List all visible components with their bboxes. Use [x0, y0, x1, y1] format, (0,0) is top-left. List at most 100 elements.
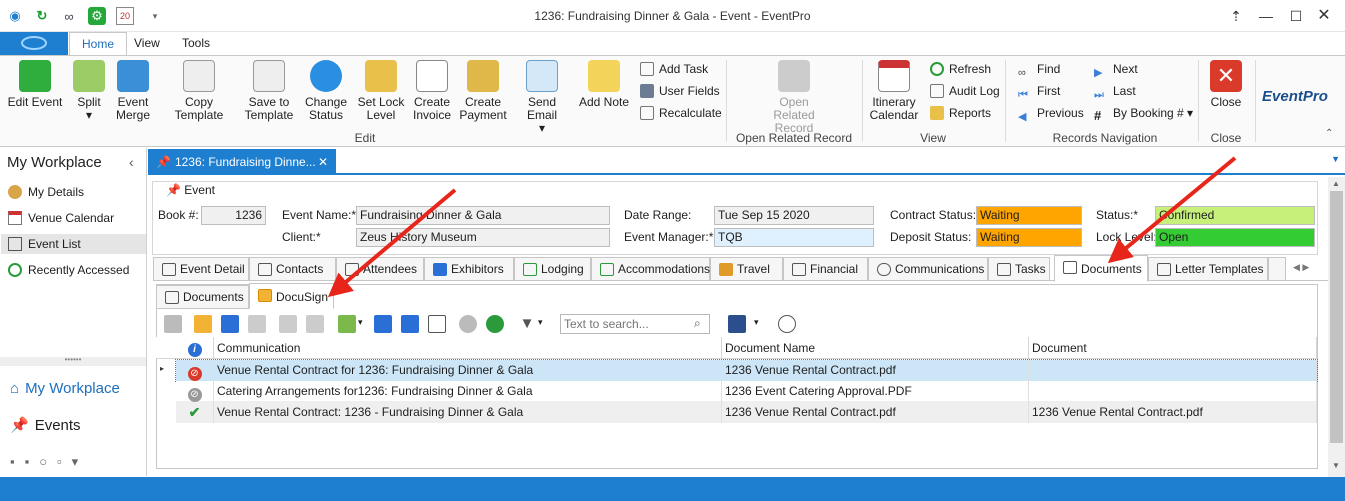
tab-attendees[interactable]: Attendees: [336, 257, 424, 281]
tab-accommodations[interactable]: Accommodations: [591, 257, 710, 281]
next-button[interactable]: ▶ Next: [1094, 59, 1138, 79]
edit-event-button[interactable]: Edit Event: [6, 60, 64, 109]
tab-communications[interactable]: Communications: [868, 257, 988, 281]
export-icon[interactable]: [401, 315, 419, 333]
download-icon[interactable]: [221, 315, 239, 333]
add-dropdown-icon[interactable]: ▾: [358, 317, 363, 328]
scroll-up-icon[interactable]: ▲: [1332, 179, 1340, 188]
tab-view[interactable]: View: [122, 32, 172, 55]
tab-exhibitors[interactable]: Exhibitors: [424, 257, 514, 281]
save-to-template-button[interactable]: Save to Template: [244, 60, 294, 122]
reports-button[interactable]: Reports: [930, 103, 991, 123]
overflow-nav-icons[interactable]: ▪▪○▫▾: [10, 454, 88, 470]
filter-dropdown-icon[interactable]: ▾: [538, 317, 543, 328]
move-up-icon[interactable]: [459, 315, 477, 333]
collapse-panel-icon[interactable]: ‹: [129, 154, 134, 170]
maximize-icon[interactable]: ☐: [1286, 6, 1306, 26]
status-field[interactable]: Confirmed: [1155, 206, 1315, 225]
vertical-scrollbar[interactable]: ▲ ▼: [1328, 177, 1345, 477]
minimize-icon[interactable]: —: [1256, 6, 1276, 26]
filter-icon[interactable]: ▼: [518, 315, 536, 333]
collapse-ribbon-icon[interactable]: ⌃: [1325, 128, 1333, 139]
nav-recently-accessed[interactable]: Recently Accessed: [8, 260, 146, 280]
date-range-field[interactable]: Tue Sep 15 2020: [714, 206, 874, 225]
table-row[interactable]: ✔ Venue Rental Contract: 1236 - Fundrais…: [176, 402, 1317, 423]
refresh-button[interactable]: Refresh: [930, 59, 991, 79]
open-related-record-button[interactable]: Open Related Record: [756, 60, 832, 135]
nav-venue-calendar[interactable]: Venue Calendar: [8, 208, 146, 228]
tab-event-detail[interactable]: Event Detail: [153, 257, 249, 281]
split-button[interactable]: Split ▾: [70, 60, 108, 122]
event-manager-field[interactable]: TQB: [714, 228, 874, 247]
find-button[interactable]: ∞ Find: [1018, 59, 1060, 79]
nav-my-details[interactable]: My Details: [8, 182, 146, 202]
pin-window-icon[interactable]: ⇡: [1226, 6, 1246, 26]
search-icon[interactable]: ⌕: [694, 316, 701, 331]
file-menu-button[interactable]: [0, 32, 68, 55]
set-lock-level-button[interactable]: Set Lock Level: [356, 60, 406, 122]
user-fields-button[interactable]: User Fields: [640, 81, 720, 101]
splitter-handle[interactable]: ••••••: [0, 356, 146, 366]
docusign-send-icon[interactable]: [194, 315, 212, 333]
subtab-docusign[interactable]: DocuSign: [249, 283, 334, 309]
folder-icon[interactable]: [306, 315, 324, 333]
tab-overflow[interactable]: [1268, 257, 1286, 281]
last-button[interactable]: ⏭ Last: [1094, 81, 1136, 101]
nav-event-list[interactable]: Event List: [1, 234, 146, 254]
tab-scroll-arrows-icon[interactable]: ◀ ▶: [1293, 262, 1309, 273]
itinerary-calendar-button[interactable]: Itinerary Calendar: [868, 60, 920, 122]
calculator-icon: [640, 106, 654, 120]
first-button[interactable]: ⏮ First: [1018, 81, 1060, 101]
document-column-header[interactable]: Document: [1029, 337, 1317, 359]
tab-tools[interactable]: Tools: [170, 32, 222, 55]
add-task-button[interactable]: Add Task: [640, 59, 708, 79]
nav-events[interactable]: 📌 Events: [10, 416, 81, 434]
tab-contacts[interactable]: Contacts: [249, 257, 336, 281]
add-note-button[interactable]: Add Note: [578, 60, 630, 109]
tab-home[interactable]: Home: [69, 32, 128, 55]
copy-template-button[interactable]: Copy Template: [160, 60, 238, 122]
nav-my-workplace[interactable]: ⌂ My Workplace: [10, 380, 120, 397]
tab-financial[interactable]: Financial: [783, 257, 868, 281]
event-name-field[interactable]: Fundraising Dinner & Gala: [356, 206, 610, 225]
event-merge-button[interactable]: Event Merge: [114, 60, 152, 122]
copy-icon[interactable]: [248, 315, 266, 333]
create-payment-button[interactable]: Create Payment: [458, 60, 508, 122]
by-booking-dropdown[interactable]: # By Booking # ▾: [1094, 103, 1193, 123]
tab-list-dropdown-icon[interactable]: ▼: [1331, 154, 1340, 164]
move-down-icon[interactable]: [486, 315, 504, 333]
preview-icon[interactable]: [778, 315, 796, 333]
tab-tasks[interactable]: Tasks: [988, 257, 1050, 281]
audit-log-button[interactable]: Audit Log: [930, 81, 1000, 101]
scroll-down-icon[interactable]: ▼: [1332, 461, 1340, 470]
previous-button[interactable]: ◀ Previous: [1018, 103, 1084, 123]
client-field[interactable]: Zeus History Museum: [356, 228, 610, 247]
document-name-column-header[interactable]: Document Name: [722, 337, 1029, 359]
save-layout-icon[interactable]: [728, 315, 746, 333]
close-window-icon[interactable]: ✕: [1314, 6, 1334, 26]
tab-travel[interactable]: Travel: [710, 257, 783, 281]
event-document-tab[interactable]: 📌 1236: Fundraising Dinne... ✕: [148, 149, 336, 175]
tab-lodging[interactable]: Lodging: [514, 257, 591, 281]
recalculate-button[interactable]: Recalculate: [640, 103, 722, 123]
tab-letter-templates[interactable]: Letter Templates: [1148, 257, 1268, 281]
close-tab-icon[interactable]: ✕: [318, 149, 328, 175]
save-icon[interactable]: [164, 315, 182, 333]
scrollbar-thumb[interactable]: [1330, 191, 1343, 443]
add-document-icon[interactable]: [338, 315, 356, 333]
create-invoice-button[interactable]: Create Invoice: [410, 60, 454, 122]
columns-icon[interactable]: [428, 315, 446, 333]
table-row[interactable]: ⊘ Venue Rental Contract for 1236: Fundra…: [175, 359, 1318, 382]
print-icon[interactable]: [279, 315, 297, 333]
status-column-header[interactable]: i: [176, 337, 214, 359]
subtab-documents[interactable]: Documents: [156, 285, 249, 309]
search-input[interactable]: [560, 314, 710, 334]
tab-documents[interactable]: Documents: [1054, 255, 1148, 282]
change-status-button[interactable]: Change Status: [300, 60, 352, 122]
attach-icon[interactable]: [374, 315, 392, 333]
close-button[interactable]: ✕ Close: [1206, 60, 1246, 109]
layout-dropdown-icon[interactable]: ▾: [754, 317, 759, 328]
table-row[interactable]: ⊘ Catering Arrangements for1236: Fundrai…: [176, 381, 1317, 402]
communication-column-header[interactable]: Communication: [214, 337, 722, 359]
send-email-button[interactable]: Send Email ▾: [512, 60, 572, 135]
